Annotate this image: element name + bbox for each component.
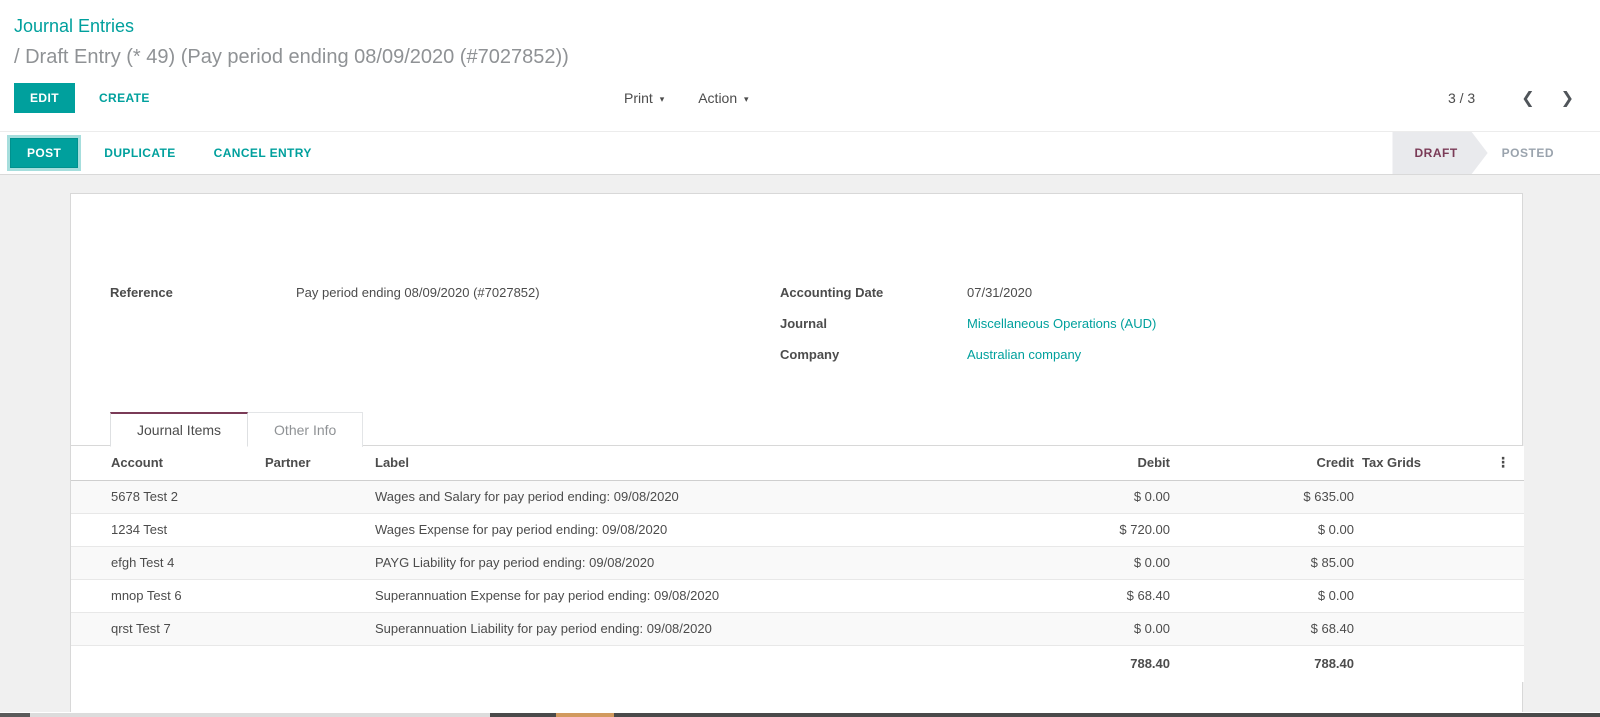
company-label: Company [780, 347, 967, 362]
column-header-credit[interactable]: Credit [1174, 446, 1358, 480]
cell-partner [261, 480, 371, 513]
tab-other-info[interactable]: Other Info [248, 412, 363, 447]
cell-partner [261, 612, 371, 645]
status-state-posted[interactable]: POSTED [1488, 132, 1572, 174]
cell-label: PAYG Liability for pay period ending: 09… [371, 546, 959, 579]
cell-debit: $ 68.40 [959, 579, 1174, 612]
table-row[interactable]: 1234 Test Wages Expense for pay period en… [71, 513, 1524, 546]
bottom-edge-artifact [0, 713, 30, 717]
chevron-down-icon: ▾ [660, 94, 665, 104]
cell-debit: $ 0.00 [959, 480, 1174, 513]
cell-dots [1476, 546, 1524, 579]
total-credit: 788.40 [1174, 645, 1358, 682]
column-header-debit[interactable]: Debit [959, 446, 1174, 480]
company-value-link[interactable]: Australian company [967, 347, 1081, 362]
control-panel: Journal Entries / Draft Entry (* 49) (Pa… [0, 0, 1600, 131]
cell-tax_grids [1358, 480, 1476, 513]
cell-partner [261, 546, 371, 579]
cell-account: efgh Test 4 [71, 546, 261, 579]
journal-items-table: Account Partner Label Debit Credit Tax G… [71, 446, 1524, 682]
cell-debit: $ 0.00 [959, 612, 1174, 645]
breadcrumb-current-record: / Draft Entry (* 49) (Pay period ending … [14, 44, 1586, 70]
total-debit: 788.40 [959, 645, 1174, 682]
cell-credit: $ 0.00 [1174, 579, 1358, 612]
cell-label: Wages Expense for pay period ending: 09/… [371, 513, 959, 546]
cell-tax_grids [1358, 513, 1476, 546]
totals-empty [71, 645, 261, 682]
tab-journal-items[interactable]: Journal Items [110, 412, 248, 447]
table-row[interactable]: 5678 Test 2 Wages and Salary for pay peri… [71, 480, 1524, 513]
cell-label: Wages and Salary for pay period ending: … [371, 480, 959, 513]
cell-tax_grids [1358, 546, 1476, 579]
action-dropdowns: Print ▾ Action ▾ [614, 82, 773, 113]
column-header-label[interactable]: Label [371, 446, 959, 480]
post-button[interactable]: POST [10, 138, 78, 168]
print-dropdown-label: Print [624, 90, 653, 106]
bottom-edge-artifact [0, 713, 1600, 717]
duplicate-button[interactable]: DUPLICATE [92, 139, 187, 167]
cell-account: mnop Test 6 [71, 579, 261, 612]
table-row[interactable]: efgh Test 4 PAYG Liability for pay period… [71, 546, 1524, 579]
cell-debit: $ 720.00 [959, 513, 1174, 546]
cancel-entry-button[interactable]: CANCEL ENTRY [202, 139, 324, 167]
notebook-tabs: Journal Items Other Info [110, 411, 1522, 446]
bottom-edge-artifact [490, 713, 1600, 717]
accounting-date-value: 07/31/2020 [967, 285, 1032, 300]
cell-account: 5678 Test 2 [71, 480, 261, 513]
cell-dots [1476, 513, 1524, 546]
cell-credit: $ 635.00 [1174, 480, 1358, 513]
table-row[interactable]: mnop Test 6 Superannuation Expense for pa… [71, 579, 1524, 612]
statusbar: POST DUPLICATE CANCEL ENTRY DRAFT POSTED [0, 131, 1600, 175]
accounting-date-label: Accounting Date [780, 285, 967, 300]
cell-credit: $ 68.40 [1174, 612, 1358, 645]
table-totals-row: 788.40 788.40 [71, 645, 1524, 682]
journal-value-link[interactable]: Miscellaneous Operations (AUD) [967, 316, 1156, 331]
cell-debit: $ 0.00 [959, 546, 1174, 579]
cell-tax_grids [1358, 579, 1476, 612]
reference-value: Pay period ending 08/09/2020 (#7027852) [296, 285, 540, 300]
pager: 3 / 3 ❮ ❯ [1448, 86, 1580, 110]
cell-credit: $ 85.00 [1174, 546, 1358, 579]
table-row[interactable]: qrst Test 7 Superannuation Liability for … [71, 612, 1524, 645]
status-state-draft[interactable]: DRAFT [1392, 132, 1487, 174]
cell-credit: $ 0.00 [1174, 513, 1358, 546]
status-pipeline: DRAFT POSTED [1392, 132, 1572, 174]
chevron-down-icon: ▾ [744, 94, 749, 104]
create-button[interactable]: CREATE [87, 84, 162, 112]
reference-label: Reference [110, 285, 296, 300]
column-header-partner[interactable]: Partner [261, 446, 371, 480]
form-fields: Reference Pay period ending 08/09/2020 (… [71, 194, 1522, 378]
edit-button[interactable]: EDIT [14, 83, 75, 113]
cell-tax_grids [1358, 612, 1476, 645]
cell-dots [1476, 579, 1524, 612]
table-header-row: Account Partner Label Debit Credit Tax G… [71, 446, 1524, 480]
action-dropdown-label: Action [698, 90, 737, 106]
journal-label: Journal [780, 316, 967, 331]
pager-next-icon[interactable]: ❯ [1555, 86, 1580, 110]
bottom-edge-artifact [556, 713, 614, 717]
column-header-tax-grids[interactable]: Tax Grids [1358, 446, 1476, 480]
print-dropdown[interactable]: Print ▾ [614, 84, 674, 112]
cell-dots [1476, 480, 1524, 513]
form-view-background: Reference Pay period ending 08/09/2020 (… [0, 175, 1600, 712]
cell-partner [261, 579, 371, 612]
cell-account: qrst Test 7 [71, 612, 261, 645]
journal-items-body: 5678 Test 2 Wages and Salary for pay peri… [71, 480, 1524, 645]
cell-label: Superannuation Expense for pay period en… [371, 579, 959, 612]
form-sheet: Reference Pay period ending 08/09/2020 (… [70, 193, 1523, 712]
cell-partner [261, 513, 371, 546]
cell-dots [1476, 612, 1524, 645]
cell-label: Superannuation Liability for pay period … [371, 612, 959, 645]
column-header-account[interactable]: Account [71, 446, 261, 480]
control-panel-buttons: EDIT CREATE Print ▾ Action ▾ 3 / 3 ❮ ❯ [14, 82, 1586, 113]
pager-value: 3 / 3 [1448, 90, 1475, 106]
optional-columns-toggle-icon[interactable]: ⋮ [1496, 454, 1510, 470]
cell-account: 1234 Test [71, 513, 261, 546]
action-dropdown[interactable]: Action ▾ [688, 84, 758, 112]
pager-previous-icon[interactable]: ❮ [1515, 86, 1540, 110]
breadcrumb-journal-entries[interactable]: Journal Entries [14, 14, 1586, 38]
